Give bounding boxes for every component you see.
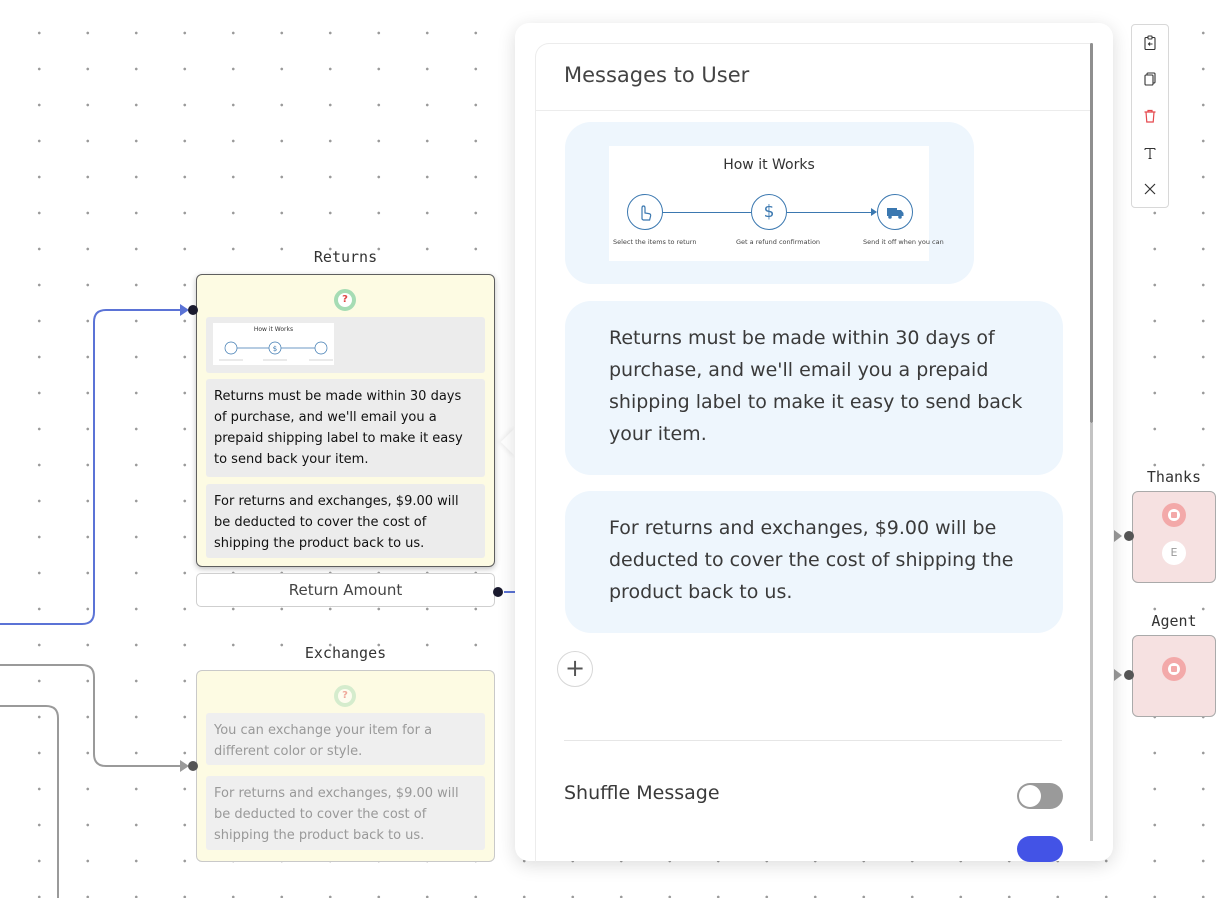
connection-to-below bbox=[0, 705, 59, 898]
messages-panel: Messages to User How it Works $ Select t… bbox=[515, 23, 1113, 862]
question-badge-icon: ? bbox=[334, 685, 356, 707]
return-amount-output-port[interactable] bbox=[493, 587, 503, 597]
how-it-works-thumbnail: How it Works $ bbox=[213, 323, 334, 365]
node-toolbar bbox=[1131, 24, 1169, 208]
agent-node[interactable] bbox=[1132, 635, 1216, 717]
step-caption: Send it off when you can bbox=[863, 238, 944, 246]
image-message-bubble[interactable]: How it Works $ Select the items to retur… bbox=[565, 122, 974, 284]
stop-icon bbox=[1162, 657, 1186, 681]
message-card[interactable]: For returns and exchanges, $9.00 will be… bbox=[206, 776, 485, 850]
exchanges-node[interactable]: ? You can exchange your item for a diffe… bbox=[196, 670, 495, 862]
agent-node-title: Agent bbox=[1151, 612, 1197, 630]
partial-toggle[interactable] bbox=[1017, 836, 1063, 862]
thanks-input-port[interactable] bbox=[1124, 531, 1134, 541]
panel-title: Messages to User bbox=[564, 63, 750, 87]
agent-input-port[interactable] bbox=[1124, 670, 1134, 680]
stop-icon bbox=[1162, 503, 1186, 527]
return-amount-button[interactable]: Return Amount bbox=[196, 573, 495, 607]
close-icon[interactable] bbox=[1132, 171, 1168, 207]
panel-header: Messages to User bbox=[536, 44, 1093, 111]
paste-icon[interactable] bbox=[1132, 25, 1168, 61]
copy-icon[interactable] bbox=[1132, 61, 1168, 97]
dollar-icon: $ bbox=[751, 194, 787, 230]
connection-to-exchanges bbox=[0, 664, 184, 767]
message-card[interactable]: For returns and exchanges, $9.00 will be… bbox=[206, 484, 485, 558]
step-caption: Get a refund confirmation bbox=[736, 238, 821, 246]
returns-input-port[interactable] bbox=[188, 305, 198, 315]
thanks-node-title: Thanks bbox=[1146, 468, 1202, 486]
connection-to-returns bbox=[0, 309, 184, 625]
text-icon[interactable] bbox=[1132, 135, 1168, 171]
image-title: How it Works bbox=[723, 157, 815, 173]
text-message-bubble[interactable]: For returns and exchanges, $9.00 will be… bbox=[565, 491, 1063, 633]
how-it-works-image: How it Works $ Select the items to retur… bbox=[609, 146, 944, 261]
add-message-button[interactable]: + bbox=[557, 651, 593, 687]
section-divider bbox=[564, 740, 1062, 741]
end-badge: E bbox=[1162, 541, 1186, 565]
text-message-bubble[interactable]: Returns must be made within 30 days of p… bbox=[565, 301, 1063, 475]
image-card[interactable]: How it Works $ bbox=[206, 317, 485, 373]
thanks-node[interactable]: E bbox=[1132, 491, 1216, 583]
pointing-hand-icon bbox=[627, 194, 663, 230]
step-caption: Select the items to return bbox=[613, 238, 697, 246]
trash-icon[interactable] bbox=[1132, 98, 1168, 134]
question-badge-icon: ? bbox=[334, 289, 356, 311]
exchanges-input-port[interactable] bbox=[188, 761, 198, 771]
shuffle-message-toggle[interactable] bbox=[1017, 783, 1063, 809]
shuffle-message-label: Shuffle Message bbox=[564, 782, 720, 804]
exchanges-node-title: Exchanges bbox=[304, 644, 387, 662]
panel-scrollbar-track[interactable] bbox=[1090, 423, 1093, 841]
returns-node-title: Returns bbox=[313, 248, 378, 266]
svg-text:$: $ bbox=[273, 345, 277, 353]
panel-content: Messages to User How it Works $ Select t… bbox=[535, 43, 1093, 862]
message-card[interactable]: You can exchange your item for a differe… bbox=[206, 713, 485, 765]
message-text[interactable]: For returns and exchanges, $9.00 will be… bbox=[609, 512, 1033, 608]
panel-scrollbar-thumb[interactable] bbox=[1090, 43, 1093, 423]
message-text[interactable]: Returns must be made within 30 days of p… bbox=[609, 322, 1033, 450]
message-card[interactable]: Returns must be made within 30 days of p… bbox=[206, 379, 485, 477]
truck-icon bbox=[877, 194, 913, 230]
returns-node[interactable]: ? How it Works $ Returns must be made wi… bbox=[196, 274, 495, 567]
